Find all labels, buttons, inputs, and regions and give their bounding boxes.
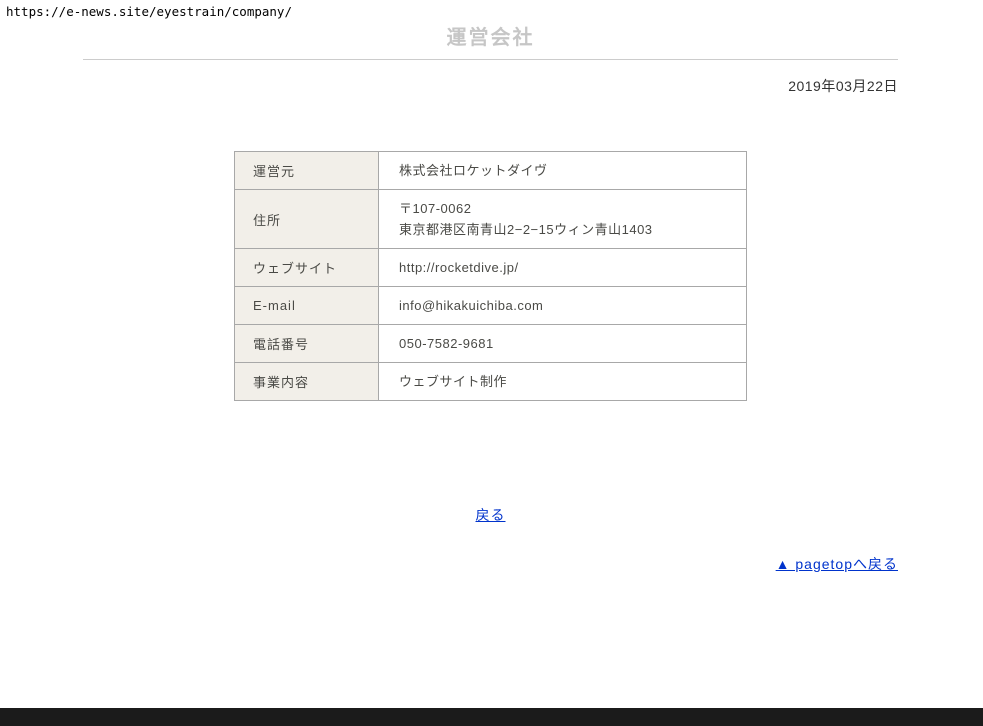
table-row-label: E-mail bbox=[235, 287, 379, 325]
table-row-value: http://rocketdive.jp/ bbox=[379, 249, 747, 287]
pagetop-link-row: ▲ pagetopへ戻る bbox=[83, 554, 898, 574]
table-row-value: 〒107-0062 東京都港区南青山2−2−15ウィン青山1403 bbox=[379, 190, 747, 249]
back-link-row: 戻る bbox=[83, 505, 898, 525]
table-row-value: 株式会社ロケットダイヴ bbox=[379, 152, 747, 190]
table-row-label: 住所 bbox=[235, 190, 379, 249]
table-row-value: info@hikakuichiba.com bbox=[379, 287, 747, 325]
pagetop-link[interactable]: ▲ pagetopへ戻る bbox=[776, 556, 898, 572]
page-title: 運営会社 bbox=[83, 0, 898, 60]
table-row-business: 事業内容 ウェブサイト制作 bbox=[235, 363, 747, 401]
table-row-operator: 運営元 株式会社ロケットダイヴ bbox=[235, 152, 747, 190]
table-row-website: ウェブサイト http://rocketdive.jp/ bbox=[235, 249, 747, 287]
publish-date: 2019年03月22日 bbox=[83, 76, 898, 96]
table-row-label: 電話番号 bbox=[235, 325, 379, 363]
table-row-label: 運営元 bbox=[235, 152, 379, 190]
table-row-value: 050-7582-9681 bbox=[379, 325, 747, 363]
table-row-value: ウェブサイト制作 bbox=[379, 363, 747, 401]
back-link[interactable]: 戻る bbox=[476, 507, 506, 523]
table-row-label: ウェブサイト bbox=[235, 249, 379, 287]
table-row-address: 住所 〒107-0062 東京都港区南青山2−2−15ウィン青山1403 bbox=[235, 190, 747, 249]
table-row-label: 事業内容 bbox=[235, 363, 379, 401]
table-row-phone: 電話番号 050-7582-9681 bbox=[235, 325, 747, 363]
page-content: 運営会社 2019年03月22日 運営元 株式会社ロケットダイヴ 住所 〒107… bbox=[83, 0, 898, 574]
table-row-email: E-mail info@hikakuichiba.com bbox=[235, 287, 747, 325]
company-info-table: 運営元 株式会社ロケットダイヴ 住所 〒107-0062 東京都港区南青山2−2… bbox=[234, 151, 747, 401]
footer-bar bbox=[0, 708, 983, 726]
